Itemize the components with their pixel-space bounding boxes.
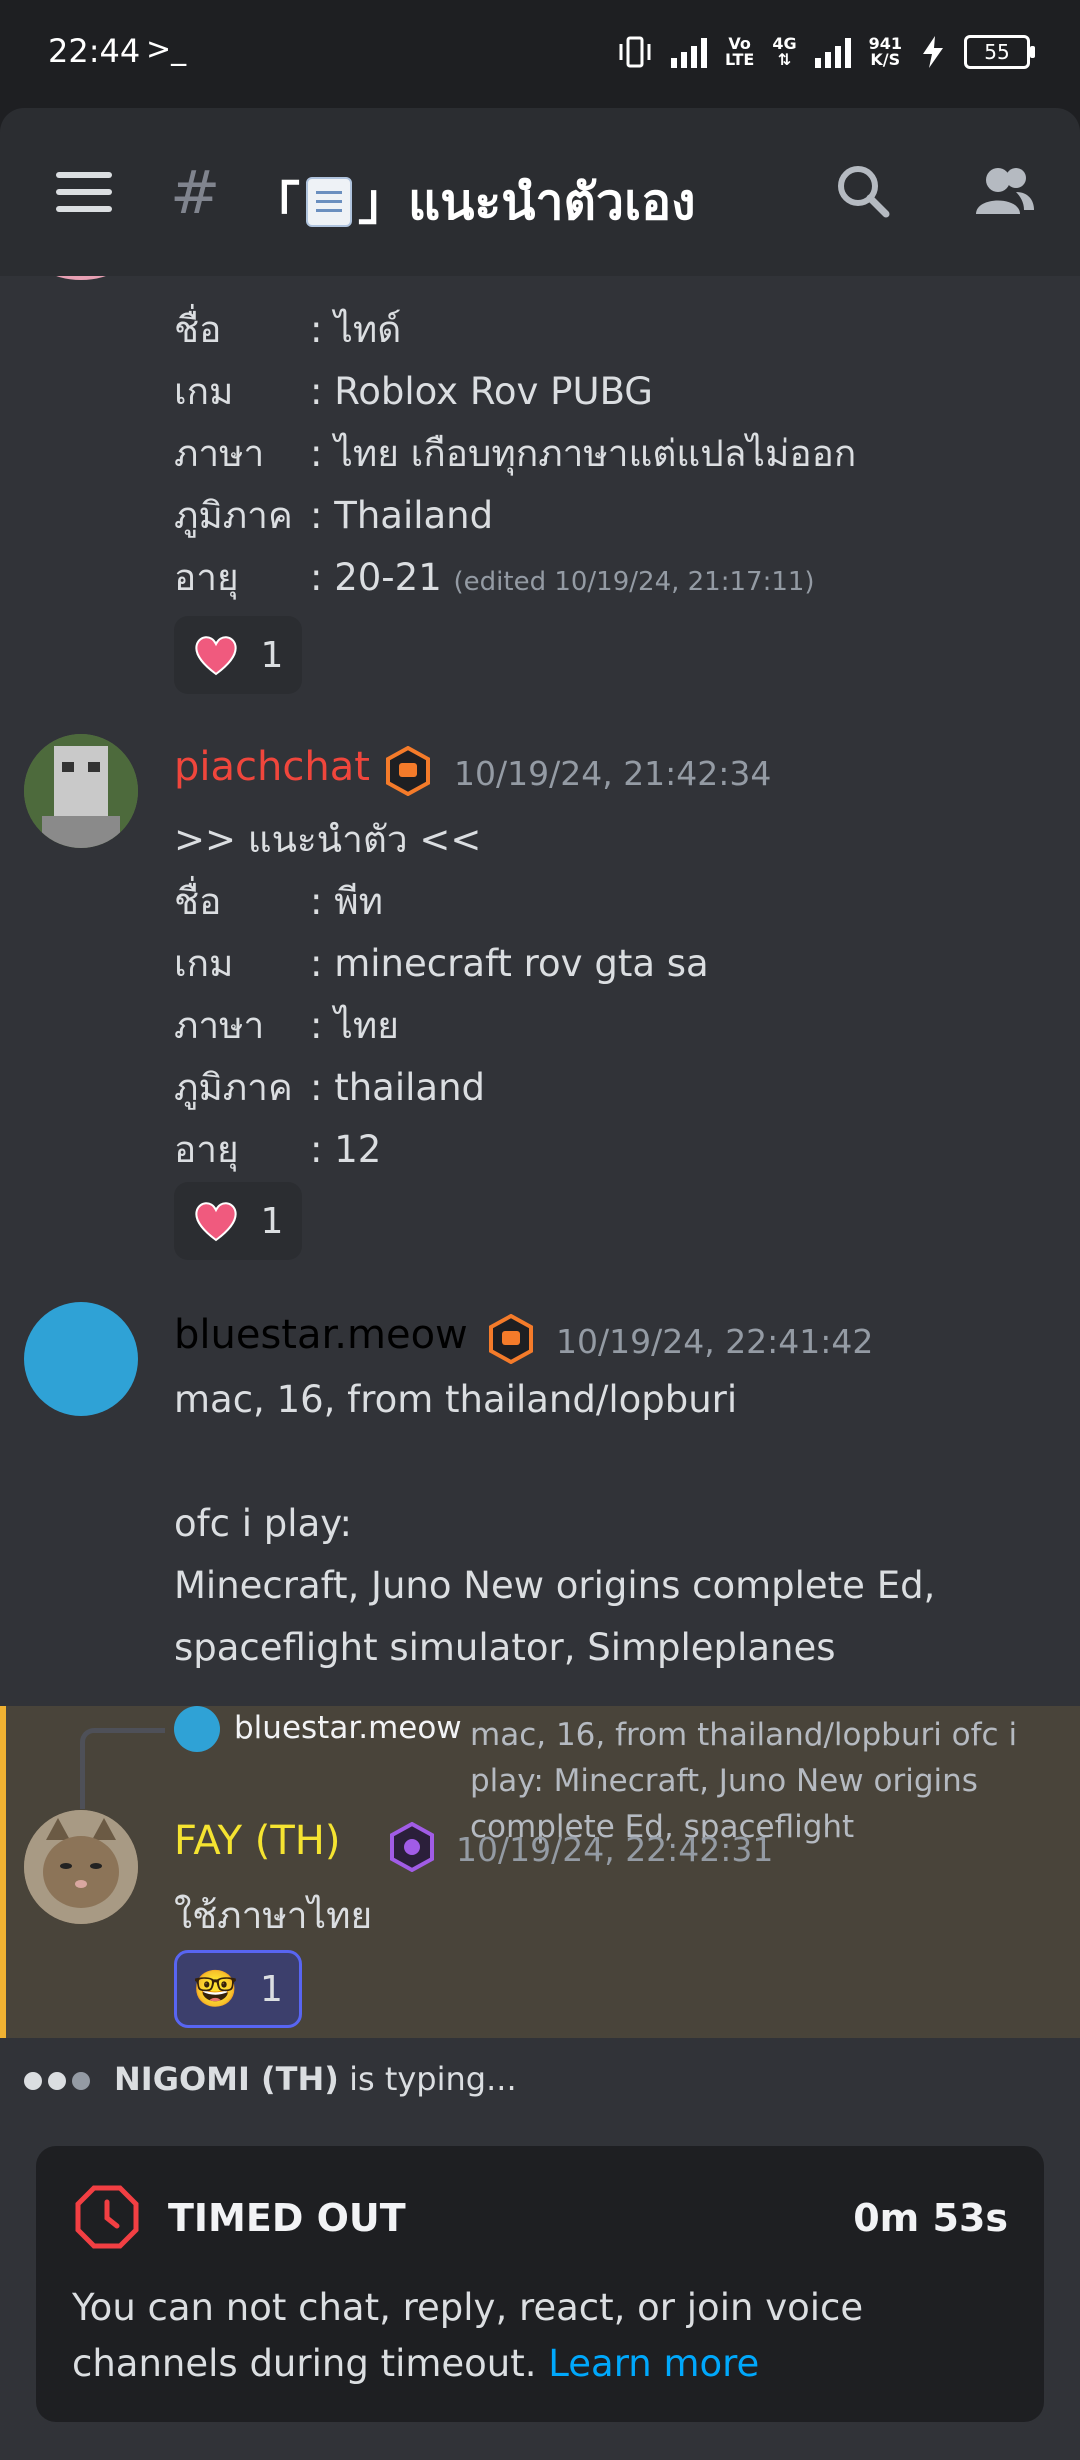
signal-icon — [670, 36, 707, 68]
nerd-reaction[interactable]: 🤓 1 — [174, 1950, 302, 2028]
reaction-count: 1 — [260, 1200, 284, 1242]
status-bar: 22:44 >_ Vo LTE 4G ⇅ 941 K/S 55 — [0, 0, 1080, 108]
learn-more-link[interactable]: Learn more — [548, 2342, 759, 2385]
timestamp: 10/19/24, 21:42:34 — [454, 754, 772, 793]
role-badge-icon — [390, 1822, 434, 1872]
message-line: ภาษา: ไทย — [174, 1004, 399, 1047]
message-line: ofc i play: — [174, 1502, 352, 1545]
minecraft-avatar-icon — [24, 734, 138, 848]
timestamp: 10/19/24, 22:42:31 — [456, 1830, 774, 1869]
search-icon[interactable] — [830, 158, 898, 226]
typing-indicator: NIGOMI (TH) is typing... — [24, 2060, 517, 2098]
username[interactable]: FAY (TH) — [174, 1818, 340, 1864]
username[interactable]: piachchat — [174, 744, 370, 790]
heart-reaction[interactable]: 1 — [174, 616, 302, 694]
typing-user: NIGOMI (TH) — [114, 2060, 339, 2098]
avatar[interactable] — [24, 1302, 138, 1416]
charging-icon — [923, 36, 943, 68]
message-line: ใช้ภาษาไทย — [174, 1894, 373, 1937]
edited-label: (edited 10/19/24, 21:17:11) — [453, 567, 815, 597]
role-badge-icon — [386, 746, 430, 796]
typing-suffix: is typing... — [349, 2060, 517, 2098]
network-speed: 941 K/S — [868, 34, 902, 69]
message-line: spaceflight simulator, Simpleplanes — [174, 1626, 836, 1669]
heart-icon — [195, 636, 237, 676]
members-icon[interactable] — [970, 158, 1038, 226]
timeout-notice: TIMED OUT 0m 53s You can not chat, reply… — [36, 2146, 1044, 2422]
vibrate-icon — [619, 36, 651, 68]
message-line: เกม: Roblox Rov PUBG — [174, 370, 653, 413]
reaction-count: 1 — [259, 1968, 283, 2010]
timeout-title: TIMED OUT — [168, 2196, 406, 2240]
channel-hash-icon: # — [170, 158, 221, 228]
timestamp: 10/19/24, 22:41:42 — [556, 1322, 874, 1361]
avatar[interactable] — [24, 734, 138, 848]
typing-dots-icon — [24, 2060, 96, 2098]
network-4g-indicator: 4G ⇅ — [772, 34, 797, 69]
username[interactable]: bluestar.meow — [174, 1312, 468, 1358]
signal-icon-2 — [814, 36, 851, 68]
reply-connector — [80, 1728, 165, 1809]
status-time: 22:44 — [48, 32, 141, 70]
message-line: ภาษา: ไทย เกือบทุกภาษาแต่แปลไม่ออก — [174, 432, 857, 475]
message-line: >> แนะนำตัว << — [174, 818, 482, 861]
status-icons: Vo LTE 4G ⇅ 941 K/S 55 — [617, 30, 1035, 74]
channel-title[interactable]: 「 」แนะนำตัวเอง — [250, 162, 696, 242]
heart-reaction[interactable]: 1 — [174, 1182, 302, 1260]
reaction-count: 1 — [260, 634, 284, 676]
page-emoji-icon — [306, 177, 352, 227]
reply-avatar[interactable] — [174, 1706, 220, 1752]
message-line: ชื่อ: ไทด์ — [174, 308, 402, 351]
timeout-timer: 0m 53s — [853, 2196, 1008, 2240]
timeout-body: You can not chat, reply, react, or join … — [72, 2286, 864, 2385]
battery-icon: 55 — [964, 35, 1035, 69]
terminal-icon: >_ — [146, 32, 187, 67]
nerd-face-icon: 🤓 — [193, 1969, 238, 2010]
message-line: ภูมิภาค: thailand — [174, 1066, 486, 1109]
channel-header: # 「 」แนะนำตัวเอง — [0, 108, 1080, 276]
message-line: อายุ: 20-21 (edited 10/19/24, 21:17:11) — [174, 556, 815, 599]
heart-icon — [195, 1202, 237, 1242]
message-line: mac, 16, from thailand/lopburi — [174, 1378, 738, 1421]
message-line: ชื่อ: พีท — [174, 880, 384, 923]
role-badge-icon — [489, 1314, 533, 1364]
timeout-clock-icon — [75, 2185, 139, 2249]
reply-username[interactable]: bluestar.meow — [234, 1710, 462, 1746]
message-line: Minecraft, Juno New origins complete Ed, — [174, 1564, 936, 1607]
message-line: ภูมิภาค: Thailand — [174, 494, 494, 537]
cat-avatar-icon — [24, 1810, 138, 1924]
volte-indicator: Vo LTE — [724, 34, 755, 69]
avatar[interactable] — [24, 1810, 138, 1924]
menu-icon[interactable] — [56, 172, 112, 212]
message-line: อายุ: 12 — [174, 1128, 382, 1171]
message-line: เกม: minecraft rov gta sa — [174, 942, 709, 985]
